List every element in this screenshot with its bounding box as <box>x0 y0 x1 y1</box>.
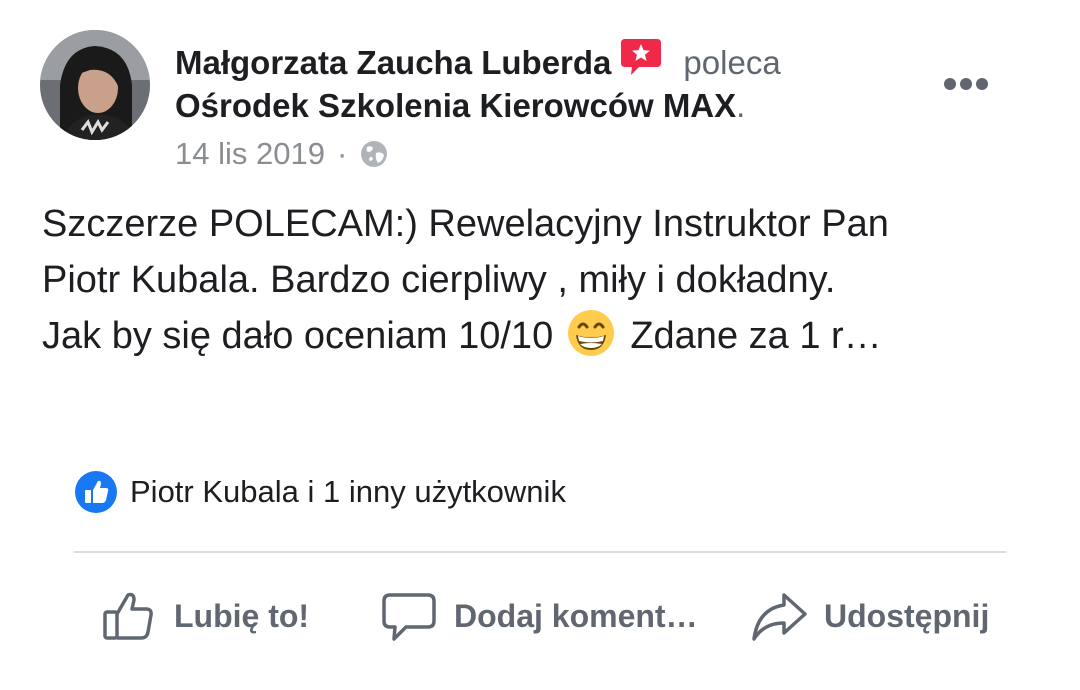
recommendation-post: Małgorzata Zaucha Luberda poleca Ośrodek… <box>0 0 1080 690</box>
post-date[interactable]: 14 lis 2019 <box>175 136 325 172</box>
post-text-line-2: Piotr Kubala. Bardzo cierpliwy , miły i … <box>42 259 836 301</box>
page-name-period: . <box>736 87 746 124</box>
like-badge-icon <box>74 470 118 514</box>
more-dots-icon <box>944 78 988 90</box>
recommendation-icon <box>619 35 663 79</box>
post-text-truncated-tail[interactable]: Zdane za 1 r… <box>630 315 881 357</box>
share-button-label: Udostępnij <box>824 597 990 634</box>
share-button[interactable]: Udostępnij <box>750 586 989 646</box>
actions-divider <box>74 551 1006 553</box>
like-button[interactable]: Lubię to! <box>100 586 309 646</box>
share-arrow-icon <box>750 587 808 645</box>
like-button-label: Lubię to! <box>174 597 310 634</box>
post-body-text: Szczerze POLECAM:) Rewelacyjny Instrukto… <box>42 196 1042 364</box>
post-text-line-3: Jak by się dało oceniam 10/10 Zdane za 1… <box>42 308 1042 364</box>
post-text-line-3-start: Jak by się dało oceniam 10/10 <box>42 315 554 357</box>
comment-button[interactable]: Dodaj koment… <box>380 586 698 646</box>
author-avatar[interactable] <box>40 30 150 140</box>
reactions-text: Piotr Kubala i 1 inny użytkownik <box>130 474 566 509</box>
author-name[interactable]: Małgorzata Zaucha Luberda <box>175 44 611 82</box>
recommended-page-name[interactable]: Ośrodek Szkolenia Kierowców MAX <box>175 87 736 125</box>
meta-separator: · <box>336 136 348 171</box>
comment-button-label: Dodaj koment… <box>454 597 698 634</box>
more-options-button[interactable] <box>938 64 994 104</box>
post-meta: 14 lis 2019 · <box>175 134 389 174</box>
reactions-summary[interactable]: Piotr Kubala i 1 inny użytkownik <box>74 470 566 514</box>
grinning-face-emoji <box>566 308 616 358</box>
post-text-line-1: Szczerze POLECAM:) Rewelacyjny Instrukto… <box>42 203 889 245</box>
recommend-action-text: poleca <box>683 44 781 81</box>
thumbs-up-icon <box>100 587 158 645</box>
post-header: Małgorzata Zaucha Luberda poleca <box>175 39 781 86</box>
globe-icon <box>359 139 389 169</box>
comment-bubble-icon <box>380 587 438 645</box>
recommended-page-line: Ośrodek Szkolenia Kierowców MAX. <box>175 84 745 128</box>
